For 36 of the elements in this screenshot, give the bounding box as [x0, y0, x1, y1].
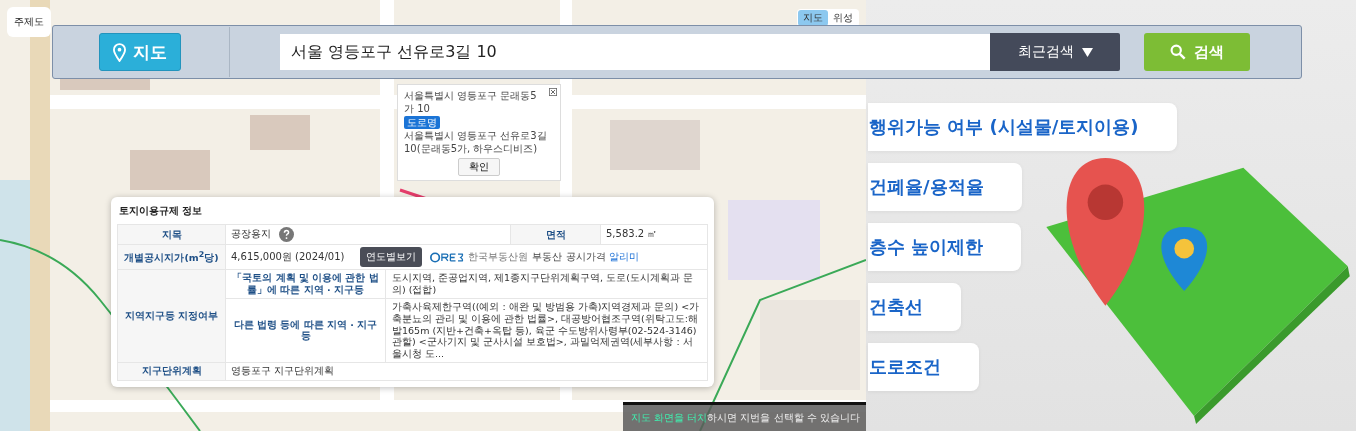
road-name-badge: 도로명	[404, 116, 440, 129]
row-label: 지목	[117, 224, 226, 245]
table-cell: 가축사육제한구역((예외 : 애완 및 방범용 가축)지역경제과 문의) <가축분뇨의 관리 및 이용에 관한 법률>, 대공방어협조구역(위탁고도:해발165m (지반+건축+옥탑 등), 육군 수도방위사령부(02-524-3146)관할) <군사기지 및 군사시설 보호법>, 과밀억제권역(세부사항 : 서울시청 도...	[385, 298, 708, 363]
map-type-toggle[interactable]: 지도	[798, 10, 828, 26]
recent-search-button[interactable]: 최근검색	[990, 33, 1120, 71]
menu-item[interactable]: 건축선	[868, 283, 961, 331]
menu-item[interactable]: 도로조건	[868, 343, 979, 391]
close-icon[interactable]	[549, 88, 557, 96]
confirm-button[interactable]: 확인	[458, 158, 500, 176]
caret-icon	[1081, 47, 1093, 57]
table-cell: 4,615,000원 (2024/01)	[231, 250, 345, 264]
table-cell: 공장용지	[231, 228, 271, 241]
help-icon[interactable]	[279, 227, 294, 242]
row-label: 「국토의 계획 및 이용에 관한 법률」에 따른 지역 · 지구등	[225, 269, 386, 299]
menu-item[interactable]: 건폐율/용적율	[868, 163, 1022, 211]
table-cell: 영등포구 지구단위계획	[225, 362, 708, 381]
price-alert-link[interactable]: 부동산 공시가격 알리미	[532, 250, 639, 264]
row-label: 면적	[510, 224, 601, 245]
reb-logo-icon	[430, 251, 465, 263]
provider-name: 한국부동산원	[468, 250, 529, 264]
menu-item[interactable]: 행위가능 여부 (시설물/토지이용)	[868, 103, 1177, 151]
panel-title: 토지이용규제 정보	[119, 204, 204, 218]
theme-map-button[interactable]: 주제도	[7, 7, 51, 37]
row-label: 개별공시지가(m$^{2}$당)	[117, 244, 226, 270]
jibun-address: 서울특별시 영등포구 문래동5가 10	[404, 89, 538, 115]
search-field[interactable]: 서울 영등포구 선유로3길 10	[280, 34, 990, 70]
hint-banner: 지도 화면을 터치하시면 지번을 선택할 수 있습니다	[622, 402, 866, 431]
table-cell: 5,583.2 ㎡	[600, 224, 708, 245]
row-label: 지역지구등 지정여부	[117, 269, 226, 363]
row-label: 다른 법령 등에 따른 지역 · 지구등	[225, 298, 386, 363]
menu-item[interactable]: 층수 높이제한	[868, 223, 1022, 271]
search-icon	[1170, 44, 1186, 60]
yearly-view-button[interactable]: 연도별보기	[360, 247, 423, 267]
road-address: 서울특별시 영등포구 선유로3길 10(문래동5가, 하우스디비즈)	[404, 129, 548, 155]
location-pin-icon	[113, 42, 126, 62]
table-cell: 도시지역, 준공업지역, 제1종지구단위계획구역, 도로(도시계획과 문의) (접합)	[385, 269, 708, 299]
